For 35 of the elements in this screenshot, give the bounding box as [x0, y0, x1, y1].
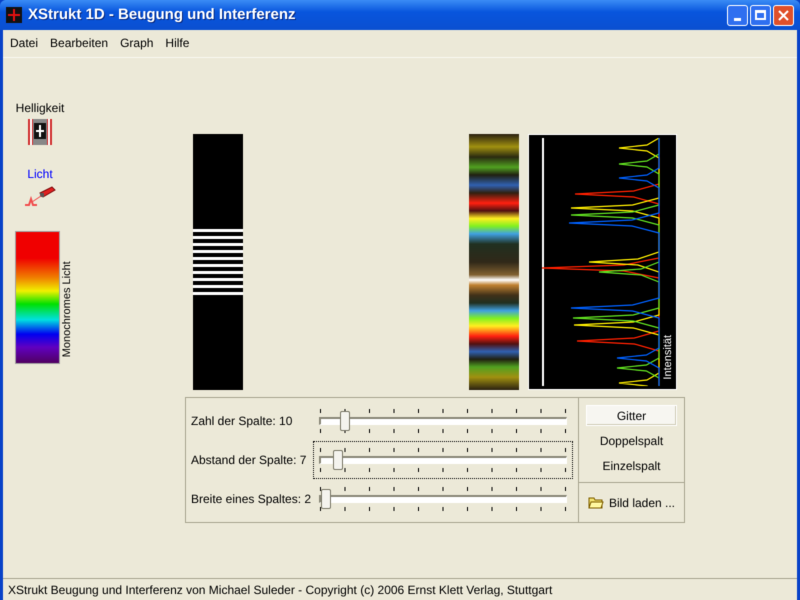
mode-button[interactable]: Einzelspalt — [586, 455, 677, 476]
slider-label: Breite eines Spaltes: 2 — [191, 491, 312, 508]
laser-icon[interactable] — [24, 185, 56, 209]
color-scale[interactable] — [15, 231, 60, 364]
slider[interactable] — [313, 440, 573, 479]
slider-track[interactable] — [319, 410, 567, 431]
menu-item[interactable]: Bearbeiten — [50, 34, 108, 52]
slider-thumb[interactable] — [333, 450, 344, 470]
maximize-icon — [755, 10, 766, 20]
mode-button[interactable]: Doppelspalt — [586, 430, 677, 451]
slider-track[interactable] — [319, 489, 567, 510]
slider-label: Zahl der Spalte: 10 — [191, 412, 294, 430]
folder-icon — [588, 496, 604, 508]
tool-label[interactable]: Licht — [27, 165, 53, 183]
film-strip-icon[interactable] — [28, 119, 52, 145]
mode-button[interactable]: Gitter — [586, 405, 677, 426]
slider-thumb[interactable] — [321, 489, 332, 510]
tool-label[interactable]: Helligkeit — [16, 99, 64, 117]
maximize-button[interactable] — [750, 4, 771, 26]
minimize-icon — [734, 18, 741, 20]
color-scale-label: Monochromes Licht — [60, 262, 74, 358]
load-image-button[interactable]: Bild laden ... — [584, 492, 680, 514]
close-icon — [778, 10, 789, 20]
window-title: XStrukt 1D - Beugung und Interferenz — [28, 4, 297, 25]
menu-item[interactable]: Hilfe — [165, 34, 190, 52]
status-bar: XStrukt Beugung und Interferenz von Michael Suleder - Copyright (c) 2006 Ernst Klett Verlag, Stuttgart — [3, 578, 797, 600]
axis-label: Intensität — [660, 334, 675, 380]
menu-item[interactable]: Graph — [120, 34, 154, 52]
slider-track[interactable] — [319, 450, 567, 470]
slider-thumb[interactable] — [340, 410, 350, 431]
close-button[interactable] — [773, 4, 794, 26]
minimize-button[interactable] — [727, 4, 748, 26]
slider-label: Abstand der Spalte: 7 — [191, 452, 308, 469]
app-icon — [6, 7, 22, 23]
menu-item[interactable]: Datei — [10, 34, 38, 52]
